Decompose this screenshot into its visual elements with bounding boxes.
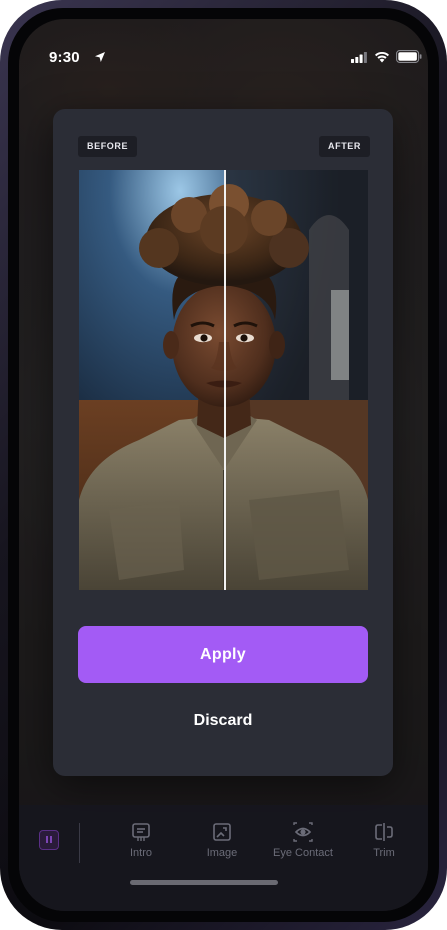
eye-contact-icon <box>293 822 313 842</box>
tool-image[interactable]: Image <box>182 821 262 859</box>
wifi-icon <box>375 51 389 63</box>
home-indicator[interactable] <box>130 880 278 885</box>
tool-intro-label: Intro <box>129 847 152 859</box>
intro-icon <box>132 823 150 841</box>
before-after-dialog: BEFORE AFTER Apply Discard <box>53 109 393 776</box>
after-label: AFTER <box>319 136 370 157</box>
pause-button[interactable] <box>39 830 59 850</box>
location-arrow-icon <box>95 52 105 62</box>
tool-eye-contact-label: Eye Contact <box>273 847 333 859</box>
battery-icon <box>396 50 422 63</box>
editor-toolbar: Intro Image Eye Contact Trim <box>19 805 428 911</box>
toolbar-divider <box>79 823 80 863</box>
image-icon <box>213 823 231 841</box>
tool-intro[interactable]: Intro <box>101 821 181 859</box>
cellular-signal-icon <box>351 52 367 63</box>
tool-image-label: Image <box>206 847 238 859</box>
before-after-comparison-image[interactable] <box>79 170 368 590</box>
before-label: BEFORE <box>78 136 138 157</box>
tool-trim-label: Trim <box>373 847 395 859</box>
portrait-photo <box>79 170 368 590</box>
app-screen: 9:30 BEFORE AFTER Apply Discard Intro Im… <box>19 19 428 911</box>
apply-button[interactable]: Apply <box>78 626 368 683</box>
phone-frame: 9:30 BEFORE AFTER Apply Discard Intro Im… <box>0 0 447 930</box>
tool-trim[interactable]: Trim <box>344 821 424 859</box>
tool-eye-contact[interactable]: Eye Contact <box>263 821 343 859</box>
status-time: 9:30 <box>49 49 80 66</box>
discard-button[interactable]: Discard <box>78 701 368 741</box>
trim-icon <box>375 823 393 841</box>
